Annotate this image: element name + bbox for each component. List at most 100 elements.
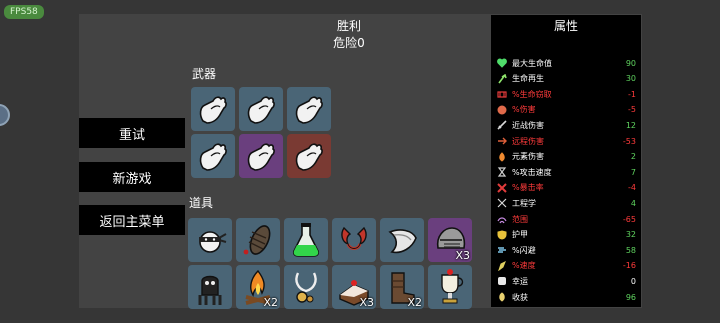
attack-speed-icon bbox=[496, 166, 508, 178]
floating-menu-button[interactable] bbox=[0, 104, 10, 126]
blade-icon bbox=[388, 229, 417, 254]
stat-value: 4 bbox=[630, 198, 636, 208]
pendant-icon bbox=[295, 272, 317, 303]
stat-name: 工程学 bbox=[512, 198, 536, 208]
stat-row[interactable]: 生命再生 30 bbox=[496, 72, 636, 86]
stat-row[interactable]: %伤害 -5 bbox=[496, 103, 636, 117]
stat-name: %暴击率 bbox=[512, 183, 544, 193]
stat-row[interactable]: 护甲 32 bbox=[496, 228, 636, 242]
larva-icon bbox=[243, 225, 271, 255]
hand-icon bbox=[199, 143, 227, 171]
stat-row[interactable]: 远程伤害 -53 bbox=[496, 134, 636, 148]
weapon-slot-4[interactable] bbox=[191, 134, 235, 178]
stat-row[interactable]: 最大生命值 90 bbox=[496, 56, 636, 70]
fps-counter: FPS58 bbox=[4, 5, 44, 19]
ninja-head-icon bbox=[199, 231, 227, 253]
weapon-slot-2[interactable] bbox=[239, 87, 283, 131]
stat-name: 幸运 bbox=[512, 276, 528, 286]
elemental-icon bbox=[496, 151, 508, 163]
item-slot-5[interactable] bbox=[380, 218, 424, 262]
stat-name: %生命窃取 bbox=[512, 89, 552, 99]
stat-name: 元素伤害 bbox=[512, 152, 544, 162]
trophy-cup-icon bbox=[441, 269, 464, 304]
stats-title: 属性 bbox=[553, 19, 578, 33]
stat-row[interactable]: 幸运 0 bbox=[496, 274, 636, 288]
hand-icon bbox=[247, 96, 275, 124]
stat-value: -5 bbox=[628, 105, 636, 115]
potion-flask-icon bbox=[292, 223, 320, 257]
stat-value: -4 bbox=[628, 183, 636, 193]
stat-value: 58 bbox=[625, 245, 636, 255]
stat-row[interactable]: 元素伤害 2 bbox=[496, 150, 636, 164]
stat-name: %闪避 bbox=[512, 245, 536, 255]
speed-icon bbox=[496, 260, 508, 272]
item-slot-6[interactable]: X3 bbox=[428, 218, 472, 262]
stat-name: %速度 bbox=[512, 261, 536, 271]
stat-row[interactable]: 工程学 4 bbox=[496, 196, 636, 210]
regen-icon bbox=[496, 73, 508, 85]
stat-name: 近战伤害 bbox=[512, 120, 544, 130]
hand-icon bbox=[295, 96, 323, 124]
stat-name: 收获 bbox=[512, 292, 528, 302]
item-slot-3[interactable] bbox=[284, 218, 328, 262]
engineering-icon bbox=[496, 197, 508, 209]
new-game-button[interactable]: 新游戏 bbox=[79, 162, 185, 192]
lifesteal-icon bbox=[496, 88, 508, 100]
armor-icon bbox=[496, 229, 508, 241]
item-count: X3 bbox=[455, 249, 470, 262]
range-icon bbox=[496, 213, 508, 225]
stat-row[interactable]: 收获 96 bbox=[496, 290, 636, 304]
heart-icon bbox=[496, 57, 508, 69]
weapon-slot-5[interactable] bbox=[239, 134, 283, 178]
item-slot-7[interactable] bbox=[188, 265, 232, 309]
weapon-slot-1[interactable] bbox=[191, 87, 235, 131]
stat-row[interactable]: 范围 -65 bbox=[496, 212, 636, 226]
crit-icon bbox=[496, 182, 508, 194]
stat-value: 96 bbox=[625, 292, 636, 302]
item-slot-9[interactable] bbox=[284, 265, 328, 309]
items-label: 道具 bbox=[189, 196, 214, 210]
item-count: X3 bbox=[359, 296, 374, 309]
stat-value: 2 bbox=[630, 152, 636, 162]
hand-icon bbox=[199, 96, 227, 124]
item-slot-2[interactable] bbox=[236, 218, 280, 262]
hand-icon bbox=[295, 143, 323, 171]
weapons-label: 武器 bbox=[192, 67, 217, 81]
stat-row[interactable]: 近战伤害 12 bbox=[496, 118, 636, 132]
stat-value: 7 bbox=[630, 167, 636, 177]
item-slot-1[interactable] bbox=[188, 218, 232, 262]
stat-row[interactable]: %暴击率 -4 bbox=[496, 181, 636, 195]
stat-name: %攻击速度 bbox=[512, 167, 552, 177]
item-slot-11[interactable]: X2 bbox=[380, 265, 424, 309]
item-slot-12[interactable] bbox=[428, 265, 472, 309]
stat-row[interactable]: %攻击速度 7 bbox=[496, 165, 636, 179]
stat-value: 0 bbox=[630, 276, 636, 286]
hand-icon bbox=[247, 143, 275, 171]
melee-icon bbox=[496, 119, 508, 131]
stat-value: 32 bbox=[625, 230, 636, 240]
weapon-slot-6[interactable] bbox=[287, 134, 331, 178]
stat-name: 最大生命值 bbox=[512, 58, 552, 68]
retry-button[interactable]: 重试 bbox=[79, 118, 185, 148]
stat-name: 范围 bbox=[512, 214, 528, 224]
stat-row[interactable]: %闪避 58 bbox=[496, 243, 636, 257]
diving-suit-icon bbox=[198, 275, 222, 305]
item-slot-4[interactable] bbox=[332, 218, 376, 262]
stat-value: -65 bbox=[622, 214, 636, 224]
ranged-icon bbox=[496, 135, 508, 147]
item-count: X2 bbox=[407, 296, 422, 309]
stats-panel: 属性 最大生命值 90 生命再生 30 %生命窃取 -1 %伤害 -5 近战伤害 12 远程伤害 -5… bbox=[491, 15, 641, 307]
game-over-panel: 胜利 危险0 重试 新游戏 返回主菜单 武器 道具 X3 X2 X3 X2 属性… bbox=[79, 14, 642, 309]
stat-name: 远程伤害 bbox=[512, 136, 544, 146]
item-slot-10[interactable]: X3 bbox=[332, 265, 376, 309]
weapon-slot-3[interactable] bbox=[287, 87, 331, 131]
damage-icon bbox=[496, 104, 508, 116]
item-slot-8[interactable]: X2 bbox=[236, 265, 280, 309]
stat-row[interactable]: %速度 -16 bbox=[496, 259, 636, 273]
stat-value: 30 bbox=[625, 74, 636, 84]
luck-icon bbox=[496, 275, 508, 287]
stat-row[interactable]: %生命窃取 -1 bbox=[496, 87, 636, 101]
dodge-icon bbox=[496, 244, 508, 256]
main-menu-button[interactable]: 返回主菜单 bbox=[79, 205, 185, 235]
stat-name: %伤害 bbox=[512, 105, 536, 115]
